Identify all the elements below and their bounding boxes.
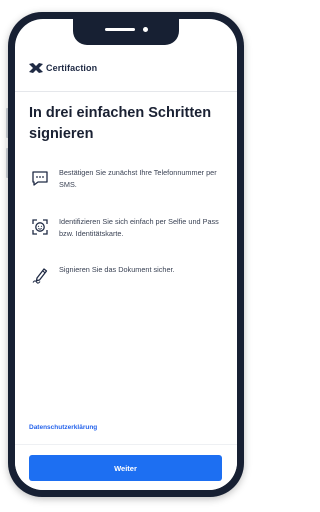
certifaction-logo-icon — [29, 63, 43, 73]
step-item: Signieren Sie das Dokument sicher. — [31, 264, 231, 284]
step-item: Bestätigen Sie zunächst Ihre Telefonnumm… — [31, 167, 231, 190]
phone-notch — [73, 19, 179, 45]
step-text: Signieren Sie das Dokument sicher. — [59, 265, 175, 274]
camera-dot — [143, 27, 148, 32]
brand-logo: Certifaction — [29, 63, 97, 73]
step-text: Identifizieren Sie sich einfach per Self… — [59, 217, 219, 238]
page-title: In drei einfachen Schritten signieren — [29, 105, 212, 142]
app-header: Certifaction — [15, 47, 237, 92]
step-item: Identifizieren Sie sich einfach per Self… — [31, 216, 231, 239]
privacy-policy-link[interactable]: Datenschutzerklärung — [29, 424, 97, 431]
phone-screen: Certifaction In drei einfachen Schritten… — [15, 19, 237, 490]
face-id-icon — [32, 219, 48, 235]
brand-name: Certifaction — [46, 63, 98, 73]
speaker-grille — [105, 28, 135, 31]
sms-chat-icon — [32, 171, 48, 186]
signature-pen-icon — [32, 268, 48, 284]
bottom-action-bar: Weiter — [15, 444, 237, 490]
next-button[interactable]: Weiter — [29, 455, 222, 481]
step-text: Bestätigen Sie zunächst Ihre Telefonnumm… — [59, 168, 217, 189]
phone-frame: Certifaction In drei einfachen Schritten… — [8, 12, 244, 497]
